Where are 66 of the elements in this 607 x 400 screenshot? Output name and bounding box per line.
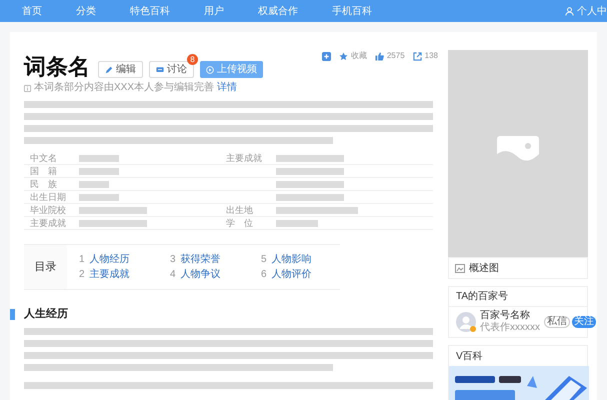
- card-title: V百科: [456, 350, 483, 364]
- placeholder-bar: [79, 168, 119, 174]
- placeholder-bar: [79, 194, 119, 200]
- placeholder-bar: [276, 168, 344, 174]
- star-icon[interactable]: [338, 52, 348, 60]
- toc-link[interactable]: 1 人物经历: [79, 254, 158, 266]
- toc-link[interactable]: 3 获得荣誉: [170, 254, 249, 266]
- user-icon[interactable]: [565, 6, 574, 16]
- verified-icon: [470, 326, 476, 332]
- nav-link[interactable]: 分类: [76, 4, 96, 18]
- toc-title: 目录: [34, 260, 56, 275]
- details-link[interactable]: 详情: [217, 83, 238, 93]
- edit-button[interactable]: 编辑: [98, 61, 143, 78]
- user-center-link[interactable]: 个人中: [577, 4, 607, 18]
- album-caption: 概述图: [469, 262, 499, 276]
- action-label[interactable]: 2575: [386, 50, 405, 62]
- upload-button[interactable]: 上传视频: [200, 61, 263, 78]
- action-label[interactable]: 收藏: [350, 50, 367, 62]
- placeholder-bar: [276, 220, 318, 226]
- follow-button[interactable]: 关注: [572, 316, 596, 328]
- placeholder-bar: [79, 180, 109, 188]
- info-label: 主要成就: [29, 218, 67, 228]
- entry-title: 词条名: [24, 56, 90, 78]
- album-icon: [455, 264, 465, 272]
- placeholder-bar: [79, 154, 119, 162]
- placeholder-bar: [276, 154, 344, 162]
- action-label[interactable]: 138: [424, 50, 438, 62]
- nav-link[interactable]: 首页: [22, 4, 42, 18]
- section-marker: [10, 308, 15, 320]
- placeholder-bar: [276, 194, 344, 200]
- placeholder-bar: [79, 220, 147, 226]
- thumbs-up-icon[interactable]: [374, 52, 384, 60]
- message-button[interactable]: 私信: [544, 316, 570, 328]
- play-circle-icon: [206, 66, 214, 74]
- share-icon[interactable]: [412, 52, 422, 60]
- card-title: TA的百家号: [456, 290, 508, 304]
- pencil-icon: [105, 66, 113, 74]
- discuss-button[interactable]: 讨论: [149, 61, 194, 78]
- toc-link[interactable]: 6 人物评价: [261, 268, 340, 280]
- info-label: 毕业院校: [29, 206, 67, 214]
- comment-icon: [156, 66, 164, 74]
- info-icon: [24, 84, 31, 92]
- info-label: 民 族: [29, 180, 58, 188]
- plus-square-icon[interactable]: [322, 52, 331, 60]
- toc-link[interactable]: 2 主要成就: [79, 268, 158, 280]
- info-label: 出生日期: [29, 192, 67, 202]
- nav-link[interactable]: 用户: [204, 4, 224, 18]
- nav-link[interactable]: 手机百科: [332, 4, 372, 18]
- info-label: 学 位: [226, 218, 253, 228]
- account-name: 百家号名称: [480, 310, 531, 322]
- account-subtitle: 代表作xxxxxx: [480, 322, 540, 334]
- count-badge: 8: [187, 54, 198, 65]
- info-label: 国 籍: [29, 166, 58, 176]
- info-label: 主要成就: [226, 152, 262, 162]
- placeholder-bar: [79, 206, 147, 214]
- edit-notice: 本词条部分内容由XXX本人参与编辑完善: [34, 83, 214, 93]
- toc-link[interactable]: 5 人物影响: [261, 254, 340, 266]
- nav-link[interactable]: 特色百科: [130, 4, 170, 18]
- nav-link[interactable]: 权威合作: [258, 4, 298, 18]
- info-label: 中文名: [29, 154, 58, 162]
- section-heading: 人生经历: [24, 306, 68, 322]
- avatar-icon: [456, 312, 476, 332]
- toc-link[interactable]: 4 人物争议: [170, 268, 249, 280]
- image-icon: [497, 136, 539, 172]
- placeholder-bar: [276, 180, 344, 188]
- info-label: 出生地: [226, 204, 253, 214]
